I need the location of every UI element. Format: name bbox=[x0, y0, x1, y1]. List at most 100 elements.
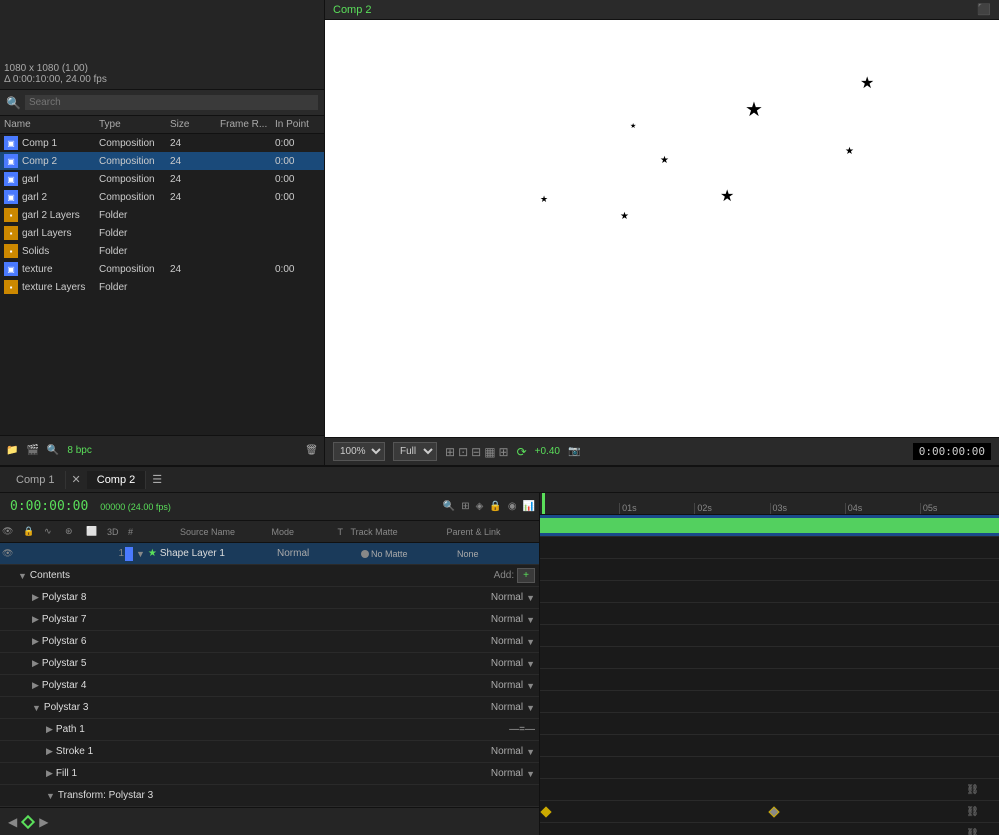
project-row-solids[interactable]: ▪Solids Folder bbox=[0, 242, 324, 260]
3d-icon[interactable]: ▦ bbox=[484, 445, 495, 459]
tl-switch-icon[interactable]: ⊞ bbox=[461, 501, 469, 512]
expand-arrow[interactable]: ▶ bbox=[46, 746, 53, 757]
item-type: Composition bbox=[99, 192, 170, 203]
expand-arrow[interactable]: ▶ bbox=[32, 614, 39, 625]
mode-arrow[interactable]: ▼ bbox=[526, 769, 535, 779]
item-name: garl bbox=[22, 174, 39, 185]
tab-comp1-close[interactable]: ✕ bbox=[68, 473, 85, 486]
project-row-comp1[interactable]: ▣Comp 1 Composition 24 0:00 bbox=[0, 134, 324, 152]
expand-arrow[interactable]: ▼ bbox=[46, 791, 55, 801]
mode-arrow[interactable]: ▼ bbox=[526, 659, 535, 669]
layer-name: Shape Layer 1 bbox=[160, 548, 225, 559]
project-row-garl[interactable]: ▣garl Composition 24 0:00 bbox=[0, 170, 324, 188]
mode-arrow[interactable]: ▼ bbox=[526, 681, 535, 691]
expand-arrow[interactable]: ▶ bbox=[46, 768, 53, 779]
expand-arrow[interactable]: ▶ bbox=[32, 658, 39, 669]
zoom-select[interactable]: 100% 50% 200% bbox=[333, 442, 385, 461]
prop-stroke1[interactable]: ▶ Stroke 1 Normal ▼ bbox=[0, 741, 539, 763]
prop-contents[interactable]: ▼ Contents Add: + bbox=[0, 565, 539, 587]
search-input[interactable] bbox=[25, 95, 318, 110]
prev-keyframe-btn[interactable]: ◀ bbox=[8, 815, 17, 829]
tl-lock-icon[interactable]: 🔒 bbox=[489, 501, 501, 512]
folder-icon: ▪ bbox=[4, 208, 18, 222]
reset-icon[interactable]: ⟳ bbox=[517, 445, 527, 459]
tl-solo-icon[interactable]: ◈ bbox=[476, 501, 484, 512]
item-name: garl 2 Layers bbox=[22, 210, 80, 221]
project-header: 1080 x 1080 (1.00) Δ 0:00:10:00, 24.00 f… bbox=[0, 0, 324, 90]
mode-arrow[interactable]: ▼ bbox=[526, 593, 535, 603]
kf-row-poly3 bbox=[540, 669, 999, 691]
layers-content: 👁 1 ▼ ★ Shape Layer 1 Normal No Ma bbox=[0, 543, 539, 807]
fit-icon[interactable]: ⊞ bbox=[445, 445, 455, 459]
new-folder-icon[interactable]: 📁 bbox=[6, 445, 18, 456]
grid-icon[interactable]: ⊟ bbox=[471, 445, 481, 459]
prop-transform-polystar3[interactable]: ▼ Transform: Polystar 3 bbox=[0, 785, 539, 807]
quality-select[interactable]: Full Half bbox=[393, 442, 437, 461]
next-keyframe-btn[interactable]: ▶ bbox=[39, 815, 48, 829]
prop-polystar5[interactable]: ▶ Polystar 5 Normal ▼ bbox=[0, 653, 539, 675]
prop-polystar7[interactable]: ▶ Polystar 7 Normal ▼ bbox=[0, 609, 539, 631]
delete-icon[interactable]: 🗑 bbox=[305, 445, 318, 456]
plus-value: +0.40 bbox=[535, 446, 560, 457]
mode-val: Normal bbox=[491, 658, 523, 669]
prop-label: Polystar 7 bbox=[42, 614, 86, 625]
item-type: Composition bbox=[99, 174, 170, 185]
project-row-garllayers[interactable]: ▪garl Layers Folder bbox=[0, 224, 324, 242]
safe-icon[interactable]: ⊡ bbox=[458, 445, 468, 459]
project-row-texturelayers[interactable]: ▪texture Layers Folder bbox=[0, 278, 324, 296]
prop-polystar4[interactable]: ▶ Polystar 4 Normal ▼ bbox=[0, 675, 539, 697]
col-name: Name bbox=[4, 119, 99, 130]
prop-polystar6[interactable]: ▶ Polystar 6 Normal ▼ bbox=[0, 631, 539, 653]
viewer-icon-1[interactable]: ⬛ bbox=[977, 3, 991, 16]
expand-arrow[interactable]: ▼ bbox=[18, 571, 27, 581]
keyframe-diamond[interactable] bbox=[21, 814, 35, 828]
star-icon: ★ bbox=[148, 548, 157, 559]
project-row-comp2[interactable]: ▣Comp 2 Composition 24 0:00 bbox=[0, 152, 324, 170]
prop-fill1[interactable]: ▶ Fill 1 Normal ▼ bbox=[0, 763, 539, 785]
mode-arrow[interactable]: ▼ bbox=[526, 747, 535, 757]
expand-arrow[interactable]: ▼ bbox=[32, 703, 41, 713]
mode-arrow[interactable]: ▼ bbox=[526, 703, 535, 713]
add-button[interactable]: + bbox=[517, 568, 535, 583]
prop-polystar8[interactable]: ▶ Polystar 8 Normal ▼ bbox=[0, 587, 539, 609]
prop-polystar3[interactable]: ▼ Polystar 3 Normal ▼ bbox=[0, 697, 539, 719]
tab-comp2-close[interactable]: ☰ bbox=[148, 473, 166, 486]
project-row-garl2[interactable]: ▣garl 2 Composition 24 0:00 bbox=[0, 188, 324, 206]
item-name: garl 2 bbox=[22, 192, 47, 203]
tab-comp2[interactable]: Comp 2 bbox=[87, 471, 147, 489]
item-type: Folder bbox=[99, 210, 170, 221]
prop-path1[interactable]: ▶ Path 1 —=— bbox=[0, 719, 539, 741]
kf-row-stroke1 bbox=[540, 713, 999, 735]
expand-arrow[interactable]: ▶ bbox=[32, 680, 39, 691]
tl-timecode: 0:00:00:00 bbox=[4, 497, 94, 516]
project-row-garl2layers[interactable]: ▪ garl 2 Layers Folder bbox=[0, 206, 324, 224]
expand-arrow[interactable]: ▶ bbox=[32, 636, 39, 647]
comp-dimensions: 1080 x 1080 (1.00) bbox=[4, 63, 107, 74]
expand-arrow[interactable]: ▶ bbox=[46, 724, 53, 735]
time-mark-1s: 01s bbox=[619, 503, 694, 514]
prop-label: Polystar 3 bbox=[44, 702, 88, 713]
camera-icon[interactable]: 📷 bbox=[568, 446, 580, 457]
new-comp-icon[interactable]: 🎬 bbox=[26, 445, 38, 456]
item-type: Composition bbox=[99, 138, 170, 149]
ruler-icon[interactable]: ⊞ bbox=[499, 445, 509, 459]
item-in: 0:00 bbox=[275, 138, 320, 149]
vis-eye[interactable]: 👁 bbox=[2, 548, 18, 559]
kf-diamond-2[interactable] bbox=[768, 806, 779, 817]
tl-graph-icon[interactable]: 📊 bbox=[523, 501, 535, 512]
find-icon[interactable]: 🔍 bbox=[47, 445, 59, 456]
expand-arrow[interactable]: ▼ bbox=[136, 549, 145, 559]
prop-label: Stroke 1 bbox=[56, 746, 93, 757]
tab-comp1[interactable]: Comp 1 bbox=[6, 471, 66, 489]
kf-diamond-1[interactable] bbox=[540, 806, 551, 817]
time-mark-5s: 05s bbox=[920, 503, 995, 514]
item-size: 24 bbox=[170, 264, 220, 275]
tl-search-icon: 🔍 bbox=[443, 501, 455, 512]
layer-row-shapelayer1[interactable]: 👁 1 ▼ ★ Shape Layer 1 Normal No Ma bbox=[0, 543, 539, 565]
expand-arrow[interactable]: ▶ bbox=[32, 592, 39, 603]
layers-toolbar: 0:00:00:00 00000 (24.00 fps) 🔍 ⊞ ◈ 🔒 ◉ 📊 bbox=[0, 493, 539, 521]
mode-arrow[interactable]: ▼ bbox=[526, 615, 535, 625]
project-row-texture[interactable]: ▣texture Composition 24 0:00 bbox=[0, 260, 324, 278]
mode-arrow[interactable]: ▼ bbox=[526, 637, 535, 647]
tl-motion-icon[interactable]: ◉ bbox=[508, 501, 517, 512]
